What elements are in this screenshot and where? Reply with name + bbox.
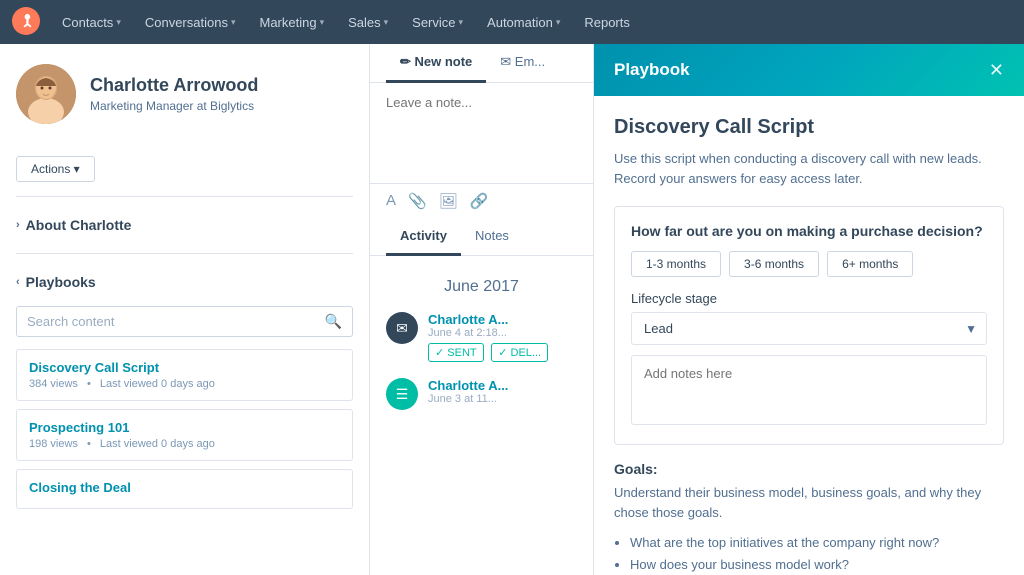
chevron-down-icon: ▾ [320,17,325,28]
goals-list-item: How does your business model work? [630,554,1004,575]
middle-panel: ✏ New note ✉ Em... A 📎 🖼 🔗 Activity Note… [370,44,594,575]
goals-description: Understand their business model, busines… [614,483,1004,522]
goals-section: Goals: Understand their business model, … [614,461,1004,575]
close-button[interactable]: ✕ [989,61,1004,79]
tab-notes[interactable]: Notes [461,218,523,256]
note-tabs: ✏ New note ✉ Em... [370,44,593,83]
activity-content: Charlotte A... June 3 at 11... [428,378,577,405]
goals-list: What are the top initiatives at the comp… [614,532,1004,575]
text-format-icon[interactable]: A [386,192,396,210]
search-input[interactable] [27,314,325,329]
actions-button[interactable]: Actions ▾ [16,156,95,182]
goals-list-item: What are the top initiatives at the comp… [630,532,1004,554]
nav-contacts[interactable]: Contacts ▾ [52,9,131,36]
playbooks-section-label: Playbooks [26,274,96,290]
activity-note-icon: ☰ [386,378,418,410]
top-navigation: Contacts ▾ Conversations ▾ Marketing ▾ S… [0,0,1024,44]
activity-email-icon: ✉ [386,312,418,344]
note-textarea[interactable] [370,83,593,183]
hubspot-logo [12,7,40,38]
activity-feed: June 2017 ✉ Charlotte A... June 4 at 2:1… [370,256,593,438]
playbook-item[interactable]: Discovery Call Script 384 views • Last v… [16,349,353,401]
chevron-down-icon: ▾ [384,17,389,28]
tab-new-note[interactable]: ✏ New note [386,44,486,83]
about-section-label: About Charlotte [26,217,132,233]
lifecycle-select[interactable]: Lead MQL SQL Opportunity Customer [631,312,987,345]
search-box: 🔍 [16,306,353,337]
activity-person-name: Charlotte A... [428,312,577,327]
chevron-right-icon: › [16,219,20,231]
contact-card: Charlotte Arrowood Marketing Manager at … [16,64,353,124]
activity-date-header: June 2017 [386,278,577,296]
nav-marketing[interactable]: Marketing ▾ [249,9,334,36]
option-3-6-months[interactable]: 3-6 months [729,251,819,277]
playbooks-section-header[interactable]: ‹ Playbooks [16,268,353,296]
option-buttons: 1-3 months 3-6 months 6+ months [631,251,987,277]
contact-info: Charlotte Arrowood Marketing Manager at … [90,75,258,113]
chevron-down-icon: ▾ [459,17,464,28]
playbook-script-title: Discovery Call Script [614,116,1004,139]
playbook-item-title: Discovery Call Script [29,360,340,375]
playbook-description: Use this script when conducting a discov… [614,149,1004,188]
about-section-header[interactable]: › About Charlotte [16,211,353,239]
playbook-item[interactable]: Prospecting 101 198 views • Last viewed … [16,409,353,461]
playbook-panel: Playbook ✕ Discovery Call Script Use thi… [594,44,1024,575]
playbook-header: Playbook ✕ [594,44,1024,96]
attach-icon[interactable]: 📎 [408,192,427,210]
divider [16,253,353,254]
activity-item: ☰ Charlotte A... June 3 at 11... [386,378,577,410]
main-container: Charlotte Arrowood Marketing Manager at … [0,44,1024,575]
activity-item: ✉ Charlotte A... June 4 at 2:18... ✓ SEN… [386,312,577,362]
tab-activity[interactable]: Activity [386,218,461,256]
playbook-item-meta: 198 views • Last viewed 0 days ago [29,438,340,450]
question-text: How far out are you on making a purchase… [631,223,987,239]
sent-badge: ✓ SENT [428,343,484,362]
option-6-plus-months[interactable]: 6+ months [827,251,913,277]
activity-content: Charlotte A... June 4 at 2:18... ✓ SENT … [428,312,577,362]
activity-person-name: Charlotte A... [428,378,577,393]
activity-badges: ✓ SENT ✓ DEL... [428,339,577,362]
avatar [16,64,76,124]
image-icon[interactable]: 🖼 [439,192,458,210]
option-1-3-months[interactable]: 1-3 months [631,251,721,277]
nav-reports[interactable]: Reports [574,9,640,36]
playbooks-section: ‹ Playbooks 🔍 Discovery Call Script 384 … [16,268,353,509]
lifecycle-field-label: Lifecycle stage [631,291,987,306]
playbook-item[interactable]: Closing the Deal [16,469,353,509]
search-icon: 🔍 [325,313,342,330]
nav-service[interactable]: Service ▾ [402,9,473,36]
playbook-body: Discovery Call Script Use this script wh… [594,96,1024,575]
playbook-item-title: Prospecting 101 [29,420,340,435]
chevron-down-icon: ▾ [231,17,236,28]
activity-time: June 3 at 11... [428,393,577,405]
nav-conversations[interactable]: Conversations ▾ [135,9,246,36]
avatar-image [16,64,76,124]
note-toolbar: A 📎 🖼 🔗 [370,183,593,218]
notes-textarea[interactable] [631,355,987,425]
nav-sales[interactable]: Sales ▾ [338,9,398,36]
left-panel: Charlotte Arrowood Marketing Manager at … [0,44,370,575]
activity-time: June 4 at 2:18... [428,327,577,339]
playbook-item-meta: 384 views • Last viewed 0 days ago [29,378,340,390]
contact-name: Charlotte Arrowood [90,75,258,96]
chevron-down-icon: ‹ [16,276,20,288]
playbook-list: Discovery Call Script 384 views • Last v… [16,349,353,509]
chevron-down-icon: ▾ [556,17,561,28]
contact-title: Marketing Manager at Biglytics [90,99,258,113]
delivered-badge: ✓ DEL... [491,343,548,362]
chevron-down-icon: ▾ [116,17,121,28]
playbook-item-title: Closing the Deal [29,480,340,495]
lifecycle-select-wrap: Lead MQL SQL Opportunity Customer ▼ [631,312,987,345]
divider [16,196,353,197]
activity-tabs: Activity Notes [370,218,593,256]
playbook-header-title: Playbook [614,60,690,80]
goals-title: Goals: [614,461,1004,477]
tab-email[interactable]: ✉ Em... [486,44,559,83]
question-card: How far out are you on making a purchase… [614,206,1004,445]
link-icon[interactable]: 🔗 [470,192,489,210]
nav-automation[interactable]: Automation ▾ [477,9,570,36]
